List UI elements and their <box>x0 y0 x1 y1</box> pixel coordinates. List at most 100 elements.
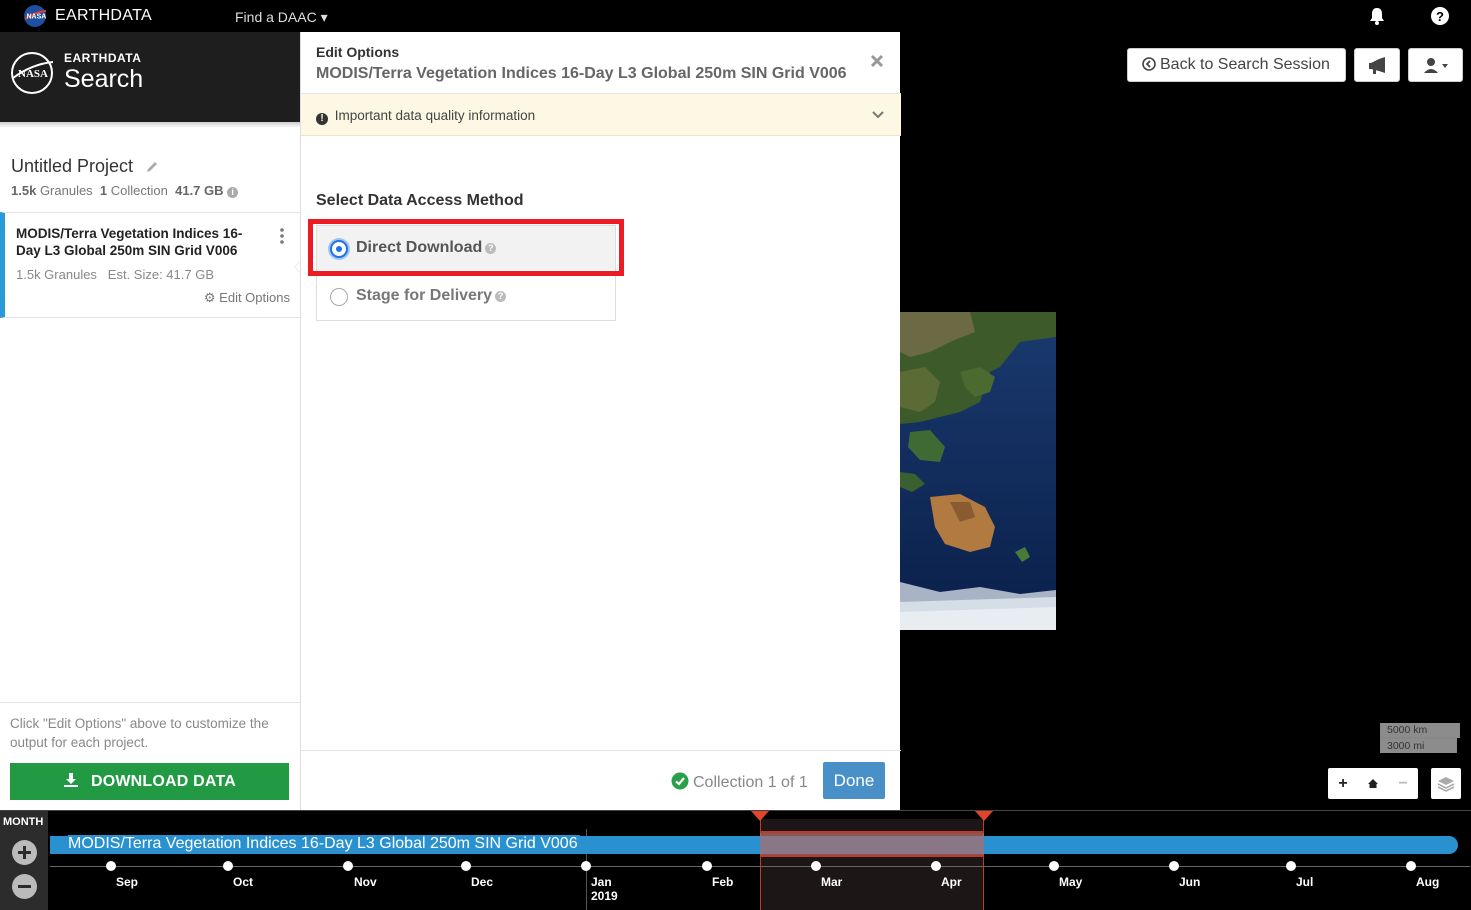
layers-icon <box>1437 777 1455 792</box>
radio-stage-for-delivery[interactable] <box>330 288 348 306</box>
nasa-logo-icon[interactable]: NASA <box>22 4 48 28</box>
map-imagery[interactable] <box>900 312 1056 630</box>
user-menu-button[interactable] <box>1408 48 1463 82</box>
collection-meta: 1.5k Granules Est. Size: 41.7 GB <box>16 267 214 282</box>
project-stats: 1.5k Granules 1 Collection 41.7 GB i <box>11 183 239 198</box>
announcements-button[interactable] <box>1354 48 1400 82</box>
chevron-down-icon[interactable] <box>871 110 885 120</box>
timeline-axis <box>50 866 1470 867</box>
earthdata-brand[interactable]: EARTHDATA <box>55 7 152 25</box>
range-end-handle[interactable] <box>975 811 993 821</box>
plus-icon <box>18 846 31 859</box>
top-navbar: NASA EARTHDATA Find a DAAC ▾ ? <box>0 0 1471 32</box>
close-icon[interactable] <box>869 53 885 69</box>
month-label[interactable]: Mar <box>821 875 842 889</box>
info-icon[interactable]: i <box>227 187 239 198</box>
panel-header: Edit Options MODIS/Terra Vegetation Indi… <box>301 32 901 94</box>
month-label[interactable]: Aug <box>1416 875 1439 889</box>
year-label: 2019 <box>591 889 618 903</box>
month-label[interactable]: May <box>1059 875 1082 889</box>
pencil-icon[interactable] <box>145 160 159 174</box>
map-scale: 5000 km 3000 mi <box>1380 723 1460 753</box>
app-brand-small: EARTHDATA <box>64 51 142 65</box>
access-method-heading: Select Data Access Method <box>316 192 524 209</box>
collections-count: 1 <box>99 183 108 198</box>
timeline-bar-label: MODIS/Terra Vegetation Indices 16-Day L3… <box>68 835 580 853</box>
month-dot <box>931 861 941 871</box>
timeline-zoom-in-button[interactable] <box>12 840 37 865</box>
map-zoom-controls: + − <box>1328 768 1418 799</box>
project-size: 41.7 GB <box>175 183 224 198</box>
option-label-text: Stage for Delivery <box>356 287 493 304</box>
scale-km: 5000 km <box>1380 723 1460 738</box>
header-shadow <box>0 122 300 128</box>
month-label[interactable]: Jun <box>1179 875 1200 889</box>
app-brand-search[interactable]: Search <box>64 65 143 94</box>
svg-text:NASA: NASA <box>18 68 48 80</box>
month-dot <box>702 861 712 871</box>
collection-card[interactable]: MODIS/Terra Vegetation Indices 16-Day L3… <box>0 212 304 318</box>
download-data-button[interactable]: DOWNLOAD DATA <box>10 763 289 800</box>
month-label[interactable]: Dec <box>471 875 493 889</box>
back-to-search-button[interactable]: Back to Search Session <box>1127 48 1346 82</box>
layers-button[interactable] <box>1431 768 1461 799</box>
edit-options-panel: Edit Options MODIS/Terra Vegetation Indi… <box>300 32 901 810</box>
panel-footer: Collection 1 of 1 Done <box>301 750 901 810</box>
collection-progress: Collection 1 of 1 <box>671 772 808 792</box>
sidebar-header: NASA EARTHDATA Search <box>0 32 300 122</box>
sidebar-help-text: Click "Edit Options" above to customize … <box>10 716 269 750</box>
month-label[interactable]: Jul <box>1296 875 1313 889</box>
help-icon[interactable]: ? <box>495 291 507 302</box>
month-dot <box>461 861 471 871</box>
collection-granules: 1.5k Granules <box>16 267 97 282</box>
panel-title: MODIS/Terra Vegetation Indices 16-Day L3… <box>316 65 847 82</box>
arrow-left-circle-icon <box>1142 57 1156 71</box>
more-options-icon[interactable] <box>279 227 285 245</box>
month-dot <box>1286 861 1296 871</box>
nasa-meatball-icon[interactable]: NASA <box>9 50 55 96</box>
month-dot <box>1169 861 1179 871</box>
range-start-handle[interactable] <box>751 811 769 821</box>
timeline[interactable]: MONTH MODIS/Terra Vegetation Indices 16-… <box>0 810 1471 910</box>
month-label[interactable]: Sep <box>116 875 138 889</box>
month-label[interactable]: Jan <box>591 875 612 889</box>
exclamation-icon: ! <box>316 113 328 125</box>
timeline-unit[interactable]: MONTH <box>3 816 43 828</box>
month-label[interactable]: Nov <box>354 875 377 889</box>
download-icon <box>63 773 78 787</box>
month-label[interactable]: Oct <box>233 875 253 889</box>
granules-count: 1.5k <box>11 183 37 198</box>
month-dot <box>1406 861 1416 871</box>
project-sidebar: NASA EARTHDATA Search Untitled Project 1… <box>0 32 304 810</box>
month-dot <box>106 861 116 871</box>
zoom-in-button[interactable]: + <box>1328 768 1358 799</box>
granules-label: Granules <box>39 183 93 198</box>
option-stage-for-delivery[interactable]: Stage for Delivery? <box>317 273 615 317</box>
minus-icon <box>18 885 31 888</box>
project-name[interactable]: Untitled Project <box>11 156 133 177</box>
sidebar-footer: Click "Edit Options" above to customize … <box>0 702 300 810</box>
edit-options-label: Edit Options <box>219 290 290 305</box>
user-icon <box>1424 58 1448 73</box>
month-label[interactable]: Feb <box>712 875 733 889</box>
find-daac-menu[interactable]: Find a DAAC ▾ <box>235 9 328 26</box>
home-button[interactable] <box>1358 768 1388 799</box>
data-quality-notice[interactable]: ! Important data quality information <box>301 94 901 136</box>
month-label[interactable]: Apr <box>941 875 962 889</box>
notice-label: Important data quality information <box>334 108 536 123</box>
zoom-out-button[interactable]: − <box>1388 768 1418 799</box>
help-icon[interactable]: ? <box>1430 6 1450 26</box>
done-button[interactable]: Done <box>823 762 885 799</box>
collection-title: MODIS/Terra Vegetation Indices 16-Day L3… <box>16 226 243 258</box>
temporal-range-fill <box>760 831 984 857</box>
month-dot <box>223 861 233 871</box>
edit-options-link[interactable]: ⚙ Edit Options <box>204 290 290 306</box>
timeline-controls: MONTH <box>0 811 48 910</box>
highlight-box <box>308 219 624 276</box>
scale-mi: 3000 mi <box>1380 738 1457 753</box>
option-label: Stage for Delivery? <box>356 287 507 305</box>
panel-subtitle: Edit Options <box>316 44 400 60</box>
timeline-zoom-out-button[interactable] <box>12 874 37 899</box>
bell-icon[interactable] <box>1367 6 1387 26</box>
month-dot <box>811 861 821 871</box>
